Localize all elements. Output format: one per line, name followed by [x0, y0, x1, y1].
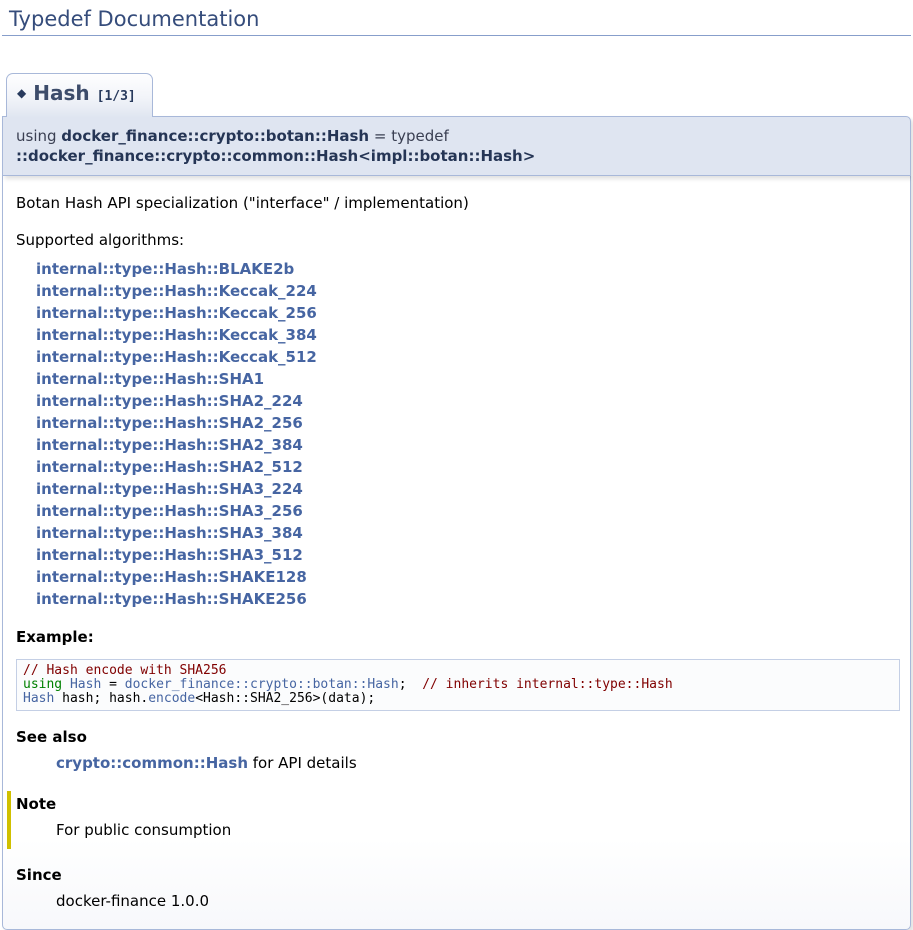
code-text — [62, 677, 70, 692]
code-text: <Hash::SHA2_256>(data); — [195, 691, 375, 706]
code-link[interactable]: docker_finance::crypto::botan::Hash — [125, 677, 399, 692]
code-link[interactable]: Hash — [70, 677, 101, 692]
algorithm-link[interactable]: internal::type::Hash::Keccak_384 — [36, 324, 900, 346]
code-keyword: using — [23, 677, 62, 692]
algorithm-link[interactable]: internal::type::Hash::SHA2_512 — [36, 456, 900, 478]
member-description: Botan Hash API specialization ("interfac… — [16, 193, 900, 215]
example-label: Example: — [16, 627, 900, 649]
code-text: hash; hash. — [54, 691, 148, 706]
algorithm-link[interactable]: internal::type::Hash::SHA3_384 — [36, 522, 900, 544]
overload-badge: [1/3] — [97, 89, 136, 104]
note-section: Note For public consumption — [7, 791, 900, 850]
see-also-text: for API details — [248, 754, 357, 772]
note-label: Note — [16, 794, 900, 816]
code-comment: // inherits internal::type::Hash — [422, 677, 672, 692]
algorithm-link[interactable]: internal::type::Hash::SHA3_256 — [36, 500, 900, 522]
member-documentation: Botan Hash API specialization ("interfac… — [2, 176, 911, 930]
declaration-middle: = typedef — [369, 127, 449, 145]
algorithm-link[interactable]: internal::type::Hash::SHA2_224 — [36, 390, 900, 412]
declaration-prefix: using — [16, 127, 61, 145]
code-text: ; — [399, 677, 422, 692]
contents: Typedef Documentation ◆ Hash [1/3] using d… — [0, 0, 913, 930]
member-title-tab: ◆ Hash [1/3] — [6, 73, 153, 117]
anchor-diamond-icon[interactable]: ◆ — [17, 86, 26, 100]
code-line: // Hash encode with SHA256 — [23, 664, 893, 678]
algorithm-link[interactable]: internal::type::Hash::SHA3_224 — [36, 478, 900, 500]
see-also-section: See also crypto::common::Hash for API de… — [16, 727, 900, 775]
member-item: ◆Hash[1/3] using docker_finance::crypto:… — [2, 36, 911, 930]
since-label: Since — [16, 865, 900, 887]
algorithm-link[interactable]: internal::type::Hash::SHA3_512 — [36, 544, 900, 566]
member-declaration: using docker_finance::crypto::botan::Has… — [2, 116, 911, 176]
member-name: Hash — [33, 81, 89, 105]
algorithm-link[interactable]: internal::type::Hash::Keccak_256 — [36, 302, 900, 324]
code-link[interactable]: encode — [148, 691, 195, 706]
algorithm-link[interactable]: internal::type::Hash::SHA2_384 — [36, 434, 900, 456]
algorithm-link[interactable]: internal::type::Hash::Keccak_512 — [36, 346, 900, 368]
code-text: = — [101, 677, 124, 692]
section-title: Typedef Documentation — [2, 0, 911, 36]
code-line: using Hash = docker_finance::crypto::bot… — [23, 678, 893, 692]
supported-algorithms-label: Supported algorithms: — [16, 230, 900, 252]
see-also-label: See also — [16, 727, 900, 749]
algorithm-link[interactable]: internal::type::Hash::SHA1 — [36, 368, 900, 390]
algorithm-link[interactable]: internal::type::Hash::SHAKE256 — [36, 588, 900, 610]
since-section: Since docker-finance 1.0.0 — [16, 865, 900, 913]
see-also-link[interactable]: crypto::common::Hash — [56, 754, 248, 772]
declaration-type: ::docker_finance::crypto::common::Hash<i… — [16, 147, 535, 165]
algorithm-link-list: internal::type::Hash::BLAKE2b internal::… — [36, 258, 900, 610]
code-line: Hash hash; hash.encode<Hash::SHA2_256>(d… — [23, 692, 893, 706]
algorithm-link[interactable]: internal::type::Hash::BLAKE2b — [36, 258, 900, 280]
note-text: For public consumption — [56, 820, 900, 842]
algorithm-link[interactable]: internal::type::Hash::Keccak_224 — [36, 280, 900, 302]
code-fragment: // Hash encode with SHA256 using Hash = … — [16, 659, 900, 711]
algorithm-link[interactable]: internal::type::Hash::SHAKE128 — [36, 566, 900, 588]
see-also-content: crypto::common::Hash for API details — [56, 753, 900, 775]
since-text: docker-finance 1.0.0 — [56, 891, 900, 913]
algorithm-link[interactable]: internal::type::Hash::SHA2_256 — [36, 412, 900, 434]
code-comment: // Hash encode with SHA256 — [23, 663, 227, 678]
code-link[interactable]: Hash — [23, 691, 54, 706]
declaration-name: docker_finance::crypto::botan::Hash — [61, 127, 369, 145]
